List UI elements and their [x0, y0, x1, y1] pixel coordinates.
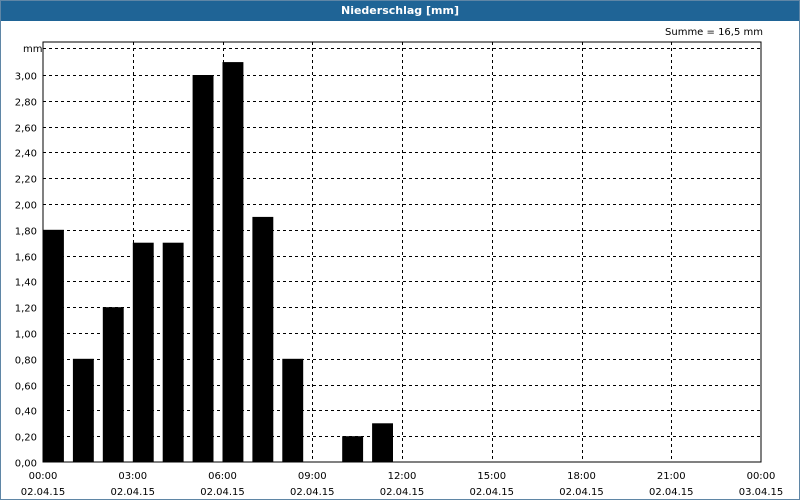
y-tick-label: 1,40 — [15, 278, 37, 289]
x-tick-date-label: 02.04.15 — [380, 487, 425, 498]
x-tick-time-label: 18:00 — [567, 471, 596, 482]
y-tick-label: 0,80 — [15, 356, 37, 367]
y-tick-label: 1,60 — [15, 253, 37, 264]
x-tick-date-label: 03.04.15 — [739, 487, 784, 498]
bar — [132, 242, 154, 462]
x-tick-date-label: 02.04.15 — [559, 487, 604, 498]
bar — [72, 358, 94, 462]
y-tick-label: 2,20 — [15, 175, 37, 186]
y-tick-label: 0,00 — [15, 459, 37, 470]
y-tick-label: 1,00 — [15, 330, 37, 341]
bar — [222, 62, 244, 462]
x-tick-date-label: 02.04.15 — [649, 487, 694, 498]
x-tick-labels: 00:00 02.04.15 03:00 02.04.15 06:00 02.04.15 0… — [21, 471, 784, 498]
y-tick-label: 0,20 — [15, 433, 37, 444]
bars — [43, 62, 393, 462]
bar — [102, 307, 124, 462]
x-tick-time-label: 03:00 — [118, 471, 147, 482]
y-axis-unit-label: mm — [23, 44, 42, 55]
x-tick-date-label: 02.04.15 — [200, 487, 245, 498]
x-tick-date-label: 02.04.15 — [21, 487, 66, 498]
x-tick-date-label: 02.04.15 — [110, 487, 155, 498]
bar — [43, 229, 64, 462]
x-tick-time-label: 06:00 — [208, 471, 237, 482]
chart-title: Niederschlag [mm] — [1, 1, 799, 21]
bar — [252, 216, 274, 462]
y-tick-label: 1,80 — [15, 227, 37, 238]
x-tick-date-label: 02.04.15 — [290, 487, 335, 498]
y-tick-label: 0,60 — [15, 382, 37, 393]
bar — [192, 75, 214, 462]
y-tick-label: 2,80 — [15, 98, 37, 109]
y-tick-labels: 0,00 0,20 0,40 0,60 0,80 1,00 1,20 1,40 1,60 1,80… — [15, 72, 37, 470]
x-tick-time-label: 09:00 — [298, 471, 327, 482]
x-tick-time-label: 00:00 — [747, 471, 776, 482]
y-tick-label: 2,40 — [15, 149, 37, 160]
chart-window: Niederschlag [mm] Summe = 16,5 mm mm 0,0… — [0, 0, 800, 500]
precipitation-chart: mm 0,00 0,20 0,40 0,60 0,80 1,00 1,20 1,40 1,60 1… — [15, 41, 784, 498]
x-tick-date-label: 02.04.15 — [469, 487, 514, 498]
x-tick-time-label: 21:00 — [657, 471, 686, 482]
x-tick-time-label: 12:00 — [388, 471, 417, 482]
x-tick-time-label: 00:00 — [29, 471, 58, 482]
y-tick-label: 0,40 — [15, 407, 37, 418]
y-tick-label: 2,60 — [15, 124, 37, 135]
y-tick-label: 3,00 — [15, 72, 37, 83]
bar — [372, 423, 393, 462]
bar — [342, 436, 364, 462]
bar — [282, 358, 304, 462]
y-tick-label: 1,20 — [15, 304, 37, 315]
x-tick-time-label: 15:00 — [477, 471, 506, 482]
bar — [162, 242, 184, 462]
y-tick-label: 2,00 — [15, 201, 37, 212]
